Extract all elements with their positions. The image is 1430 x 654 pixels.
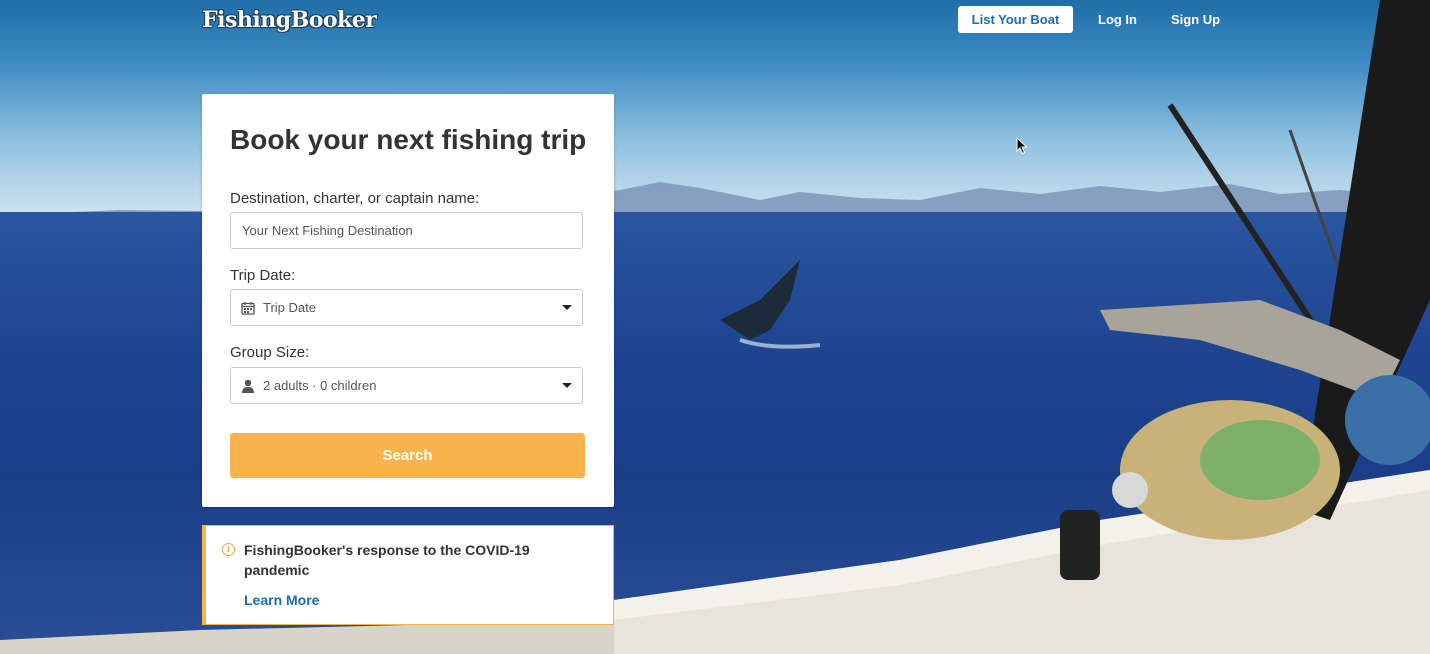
signup-link[interactable]: Sign Up — [1171, 12, 1220, 27]
cursor-icon — [1016, 137, 1028, 155]
trip-date-label: Trip Date: — [230, 267, 296, 284]
learn-more-link[interactable]: Learn More — [244, 592, 319, 608]
calendar-icon — [241, 301, 255, 315]
top-navigation: FishingBooker List Your Boat Log In Sign… — [0, 0, 1430, 40]
trip-date-select[interactable]: Trip Date — [230, 289, 583, 326]
search-button[interactable]: Search — [230, 433, 585, 478]
person-icon — [242, 379, 254, 393]
covid-notice-text: FishingBooker's response to the COVID-19… — [244, 542, 530, 578]
destination-input[interactable] — [231, 213, 582, 248]
group-size-select[interactable]: 2 adults · 0 children — [230, 367, 583, 404]
info-icon: i — [222, 543, 235, 556]
destination-label: Destination, charter, or captain name: — [230, 190, 480, 207]
login-link[interactable]: Log In — [1098, 12, 1137, 27]
covid-notice: i FishingBooker's response to the COVID-… — [202, 525, 614, 625]
search-card-title: Book your next fishing trip — [230, 124, 587, 155]
chevron-down-icon — [562, 305, 572, 310]
trip-date-value: Trip Date — [263, 300, 316, 315]
group-size-label: Group Size: — [230, 344, 310, 361]
fishingbooker-logo[interactable]: FishingBooker — [202, 7, 377, 33]
destination-field[interactable] — [230, 212, 583, 249]
group-size-value: 2 adults · 0 children — [263, 378, 377, 393]
list-your-boat-button[interactable]: List Your Boat — [958, 6, 1073, 33]
chevron-down-icon — [562, 383, 572, 388]
search-card: Book your next fishing trip Destination,… — [202, 94, 614, 507]
